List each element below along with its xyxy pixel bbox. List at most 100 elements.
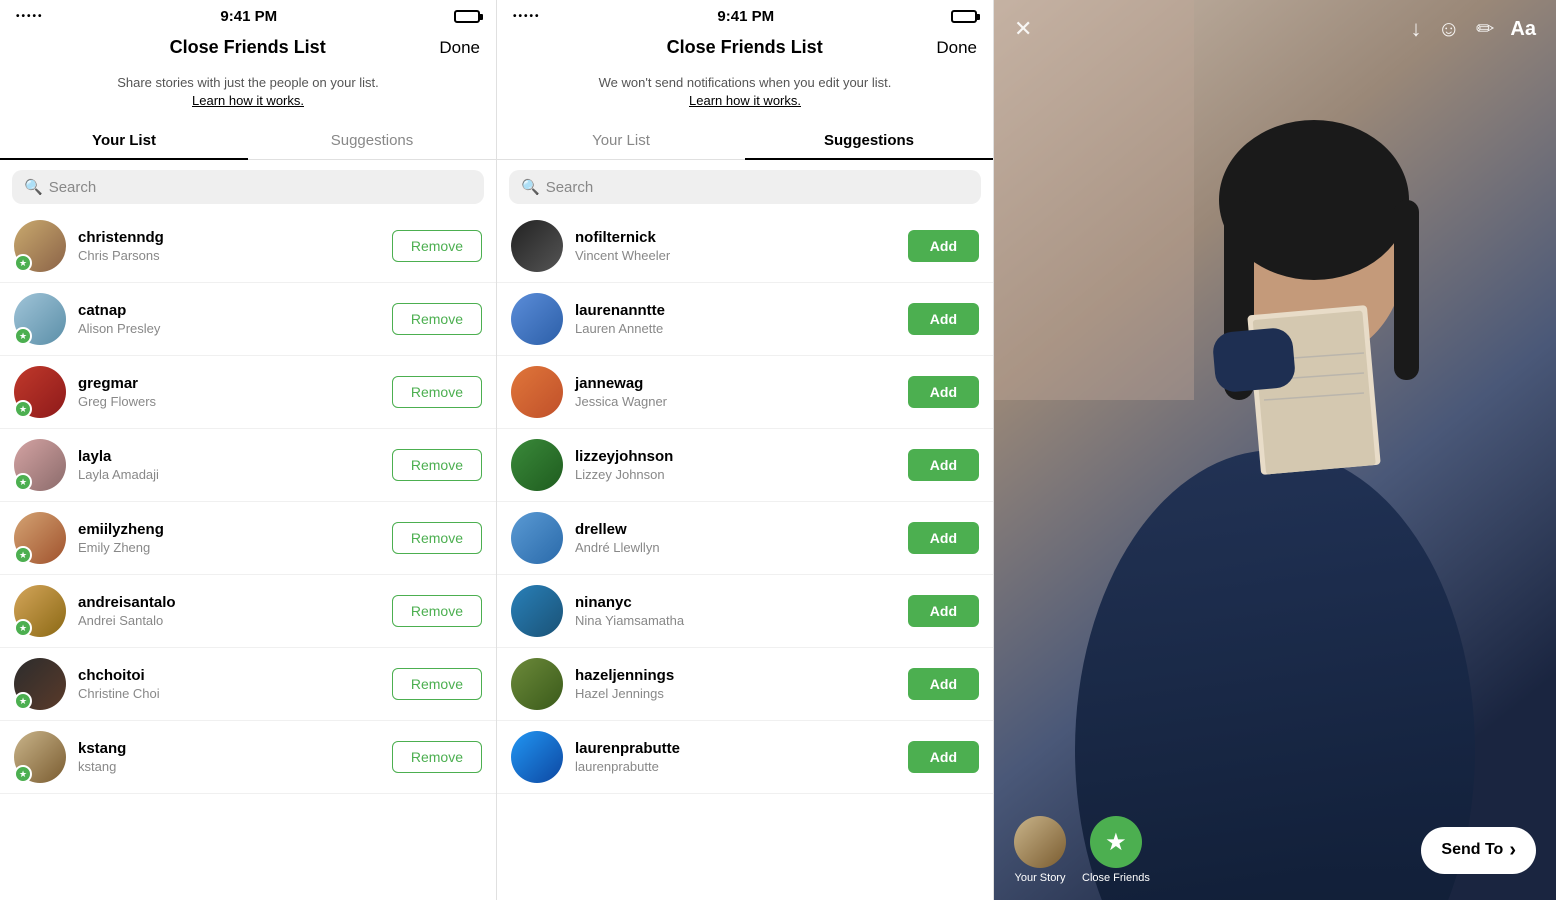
signal-dots-2: •••••: [513, 11, 541, 22]
add-button[interactable]: Add: [908, 741, 979, 773]
add-button[interactable]: Add: [908, 595, 979, 627]
avatar-wrap: ★: [14, 220, 66, 272]
tab-your-list-2[interactable]: Your List: [497, 122, 745, 159]
page-title-1: Close Friends List: [170, 37, 326, 58]
user-info: laurenanntte Lauren Annette: [575, 302, 908, 336]
remove-button[interactable]: Remove: [392, 230, 482, 262]
avatar-wrap: ★: [14, 512, 66, 564]
avatar-wrap: [511, 439, 563, 491]
search-bar-2[interactable]: 🔍 Search: [509, 170, 981, 204]
page-title-2: Close Friends List: [667, 37, 823, 58]
user-info: layla Layla Amadaji: [78, 448, 392, 482]
user-handle: emiilyzheng: [78, 521, 392, 538]
list-item: ninanyc Nina Yiamsamatha Add: [497, 575, 993, 648]
close-friends-option[interactable]: ★ Close Friends: [1082, 816, 1150, 884]
learn-link-1[interactable]: Learn how it works.: [192, 93, 304, 108]
list-item: ★ emiilyzheng Emily Zheng Remove: [0, 502, 496, 575]
send-to-arrow-icon: ›: [1509, 839, 1516, 862]
subtitle-1: Share stories with just the people on yo…: [0, 68, 496, 114]
nav-bar-1: Close Friends List Done: [0, 29, 496, 68]
list-item: ★ layla Layla Amadaji Remove: [0, 429, 496, 502]
avatar-wrap: ★: [14, 731, 66, 783]
user-name: André Llewllyn: [575, 540, 908, 555]
story-bottombar: Your Story ★ Close Friends Send To ›: [994, 800, 1556, 900]
user-info: kstang kstang: [78, 740, 392, 774]
user-info: christenndg Chris Parsons: [78, 229, 392, 263]
user-info: jannewag Jessica Wagner: [575, 375, 908, 409]
remove-button[interactable]: Remove: [392, 741, 482, 773]
story-icons-right: ↓ ☺ ✏ Aa: [1411, 16, 1536, 42]
search-bar-1[interactable]: 🔍 Search: [12, 170, 484, 204]
user-handle: kstang: [78, 740, 392, 757]
remove-button[interactable]: Remove: [392, 303, 482, 335]
user-name: Greg Flowers: [78, 394, 392, 409]
your-story-avatar: [1014, 816, 1066, 868]
avatar-wrap: ★: [14, 293, 66, 345]
user-list-1: ★ christenndg Chris Parsons Remove ★ cat…: [0, 210, 496, 900]
user-name: laurenprabutte: [575, 759, 908, 774]
user-info: chchoitoi Christine Choi: [78, 667, 392, 701]
user-name: Jessica Wagner: [575, 394, 908, 409]
user-handle: laurenanntte: [575, 302, 908, 319]
user-handle: nofilternick: [575, 229, 908, 246]
list-item: nofilternick Vincent Wheeler Add: [497, 210, 993, 283]
add-button[interactable]: Add: [908, 522, 979, 554]
list-item: laurenanntte Lauren Annette Add: [497, 283, 993, 356]
user-name: Emily Zheng: [78, 540, 392, 555]
avatar-wrap: ★: [14, 585, 66, 637]
user-info: nofilternick Vincent Wheeler: [575, 229, 908, 263]
done-button-1[interactable]: Done: [439, 38, 480, 58]
avatar-wrap: [511, 366, 563, 418]
user-name: Lizzey Johnson: [575, 467, 908, 482]
remove-button[interactable]: Remove: [392, 595, 482, 627]
avatar-wrap: [511, 512, 563, 564]
text-tool-button[interactable]: Aa: [1510, 18, 1536, 41]
user-name: Lauren Annette: [575, 321, 908, 336]
remove-button[interactable]: Remove: [392, 668, 482, 700]
avatar: [511, 220, 563, 272]
user-handle: lizzeyjohnson: [575, 448, 908, 465]
tab-your-list-1[interactable]: Your List: [0, 122, 248, 159]
search-icon-1: 🔍: [24, 178, 43, 196]
close-icon[interactable]: ✕: [1014, 16, 1032, 42]
sticker-icon[interactable]: ☺: [1438, 16, 1460, 42]
send-to-button[interactable]: Send To ›: [1421, 827, 1536, 874]
user-info: andreisantalo Andrei Santalo: [78, 594, 392, 628]
remove-button[interactable]: Remove: [392, 449, 482, 481]
list-item: hazeljennings Hazel Jennings Add: [497, 648, 993, 721]
remove-button[interactable]: Remove: [392, 522, 482, 554]
list-item: ★ kstang kstang Remove: [0, 721, 496, 794]
user-info: lizzeyjohnson Lizzey Johnson: [575, 448, 908, 482]
star-icon: ★: [1105, 828, 1127, 857]
avatar-wrap: [511, 585, 563, 637]
list-item: laurenprabutte laurenprabutte Add: [497, 721, 993, 794]
tab-suggestions-1[interactable]: Suggestions: [248, 122, 496, 159]
add-button[interactable]: Add: [908, 668, 979, 700]
tab-suggestions-2[interactable]: Suggestions: [745, 122, 993, 159]
remove-button[interactable]: Remove: [392, 376, 482, 408]
user-handle: drellew: [575, 521, 908, 538]
avatar: [511, 658, 563, 710]
add-button[interactable]: Add: [908, 449, 979, 481]
avatar: [511, 366, 563, 418]
download-icon[interactable]: ↓: [1411, 16, 1422, 42]
learn-link-2[interactable]: Learn how it works.: [689, 93, 801, 108]
add-button[interactable]: Add: [908, 376, 979, 408]
avatar: [511, 731, 563, 783]
your-story-option[interactable]: Your Story: [1014, 816, 1066, 884]
user-handle: chchoitoi: [78, 667, 392, 684]
avatar-wrap: [511, 731, 563, 783]
list-item: drellew André Llewllyn Add: [497, 502, 993, 575]
add-button[interactable]: Add: [908, 303, 979, 335]
search-placeholder-2: Search: [546, 179, 594, 196]
add-button[interactable]: Add: [908, 230, 979, 262]
avatar-wrap: ★: [14, 439, 66, 491]
pen-icon[interactable]: ✏: [1476, 16, 1494, 42]
user-handle: catnap: [78, 302, 392, 319]
user-info: hazeljennings Hazel Jennings: [575, 667, 908, 701]
list-item: jannewag Jessica Wagner Add: [497, 356, 993, 429]
avatar: [511, 512, 563, 564]
done-button-2[interactable]: Done: [936, 38, 977, 58]
avatar-wrap: [511, 220, 563, 272]
battery-2: [951, 10, 977, 23]
